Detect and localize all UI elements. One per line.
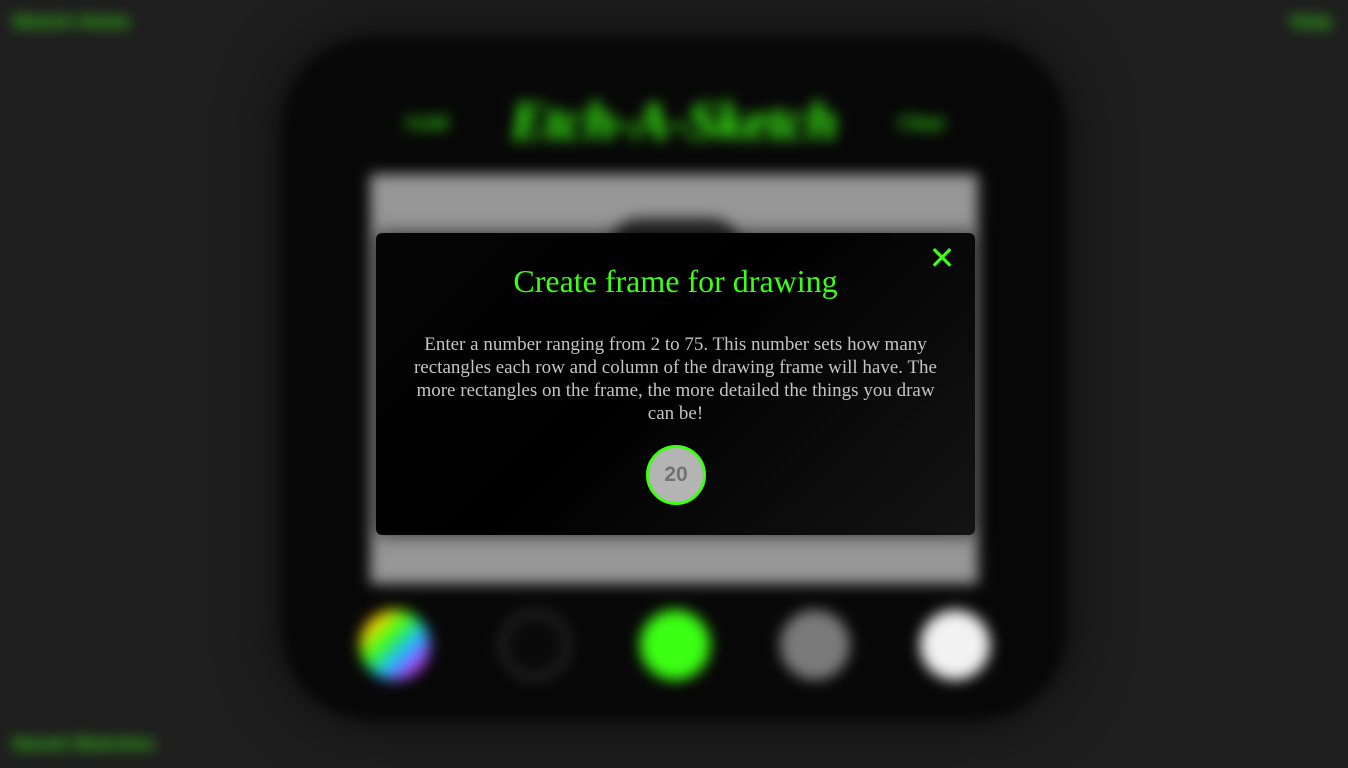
- black-color-swatch[interactable]: [500, 610, 570, 680]
- clear-button[interactable]: Clear: [898, 112, 946, 135]
- grid-size-input[interactable]: [646, 445, 706, 505]
- green-color-swatch[interactable]: [640, 610, 710, 680]
- home-link[interactable]: Sketch Home: [12, 12, 131, 32]
- white-color-swatch[interactable]: [920, 610, 990, 680]
- device-header: Grid Etch-A-Sketch Clear: [282, 90, 1066, 160]
- saved-sketches-link[interactable]: Saved Sketches: [12, 734, 155, 754]
- modal-description: Enter a number ranging from 2 to 75. Thi…: [413, 334, 937, 424]
- create-frame-modal: ✕ Create frame for drawing Enter a numbe…: [376, 233, 975, 535]
- gray-color-swatch[interactable]: [780, 610, 850, 680]
- rainbow-color-swatch[interactable]: [360, 610, 430, 680]
- modal-title: Create frame for drawing: [513, 263, 838, 299]
- help-link[interactable]: Help: [1291, 12, 1332, 32]
- device-title: Etch-A-Sketch: [510, 91, 838, 151]
